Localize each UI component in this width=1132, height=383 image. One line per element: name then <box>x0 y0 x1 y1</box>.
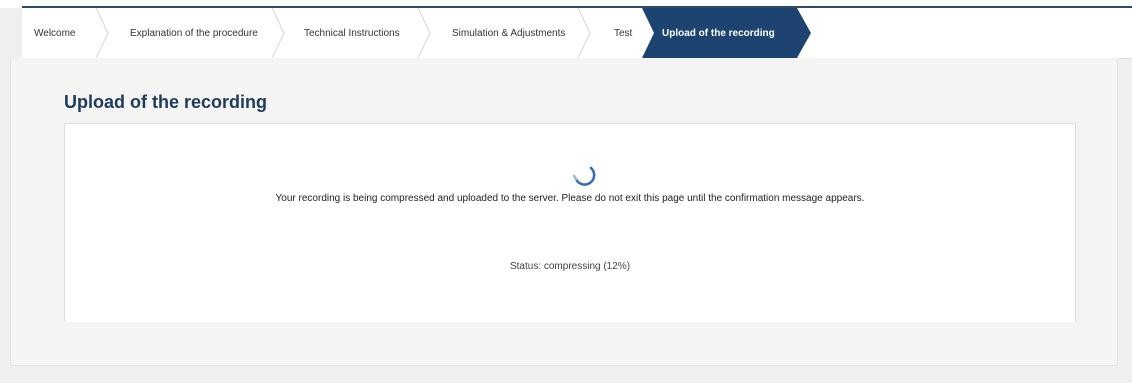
step-welcome[interactable]: Welcome <box>34 8 76 58</box>
step-test[interactable]: Test <box>614 8 632 58</box>
step-label: Welcome <box>34 27 76 39</box>
step-simulation-adjustments[interactable]: Simulation & Adjustments <box>452 8 565 58</box>
step-label: Upload of the recording <box>662 27 775 39</box>
step-label: Technical Instructions <box>304 27 400 39</box>
step-upload-recording[interactable]: Upload of the recording <box>662 8 775 58</box>
step-explanation[interactable]: Explanation of the procedure <box>130 8 258 58</box>
step-separator-icon <box>418 8 431 58</box>
loading-spinner-icon <box>572 166 596 186</box>
step-separator-icon <box>96 8 109 58</box>
page-title: Upload of the recording <box>64 92 268 112</box>
status-text: Status: compressing (12%) <box>509 261 631 272</box>
wizard-steps: Welcome Explanation of the procedure Tec… <box>22 8 1132 59</box>
step-label: Simulation & Adjustments <box>452 27 566 39</box>
step-separator-icon <box>578 8 591 58</box>
step-technical-instructions[interactable]: Technical Instructions <box>304 8 400 58</box>
step-label: Test <box>614 27 633 39</box>
upload-message: Your recording is being compressed and u… <box>275 193 865 204</box>
step-separator-icon <box>272 8 285 58</box>
step-label: Explanation of the procedure <box>130 27 258 39</box>
upload-status-box <box>64 123 1076 322</box>
